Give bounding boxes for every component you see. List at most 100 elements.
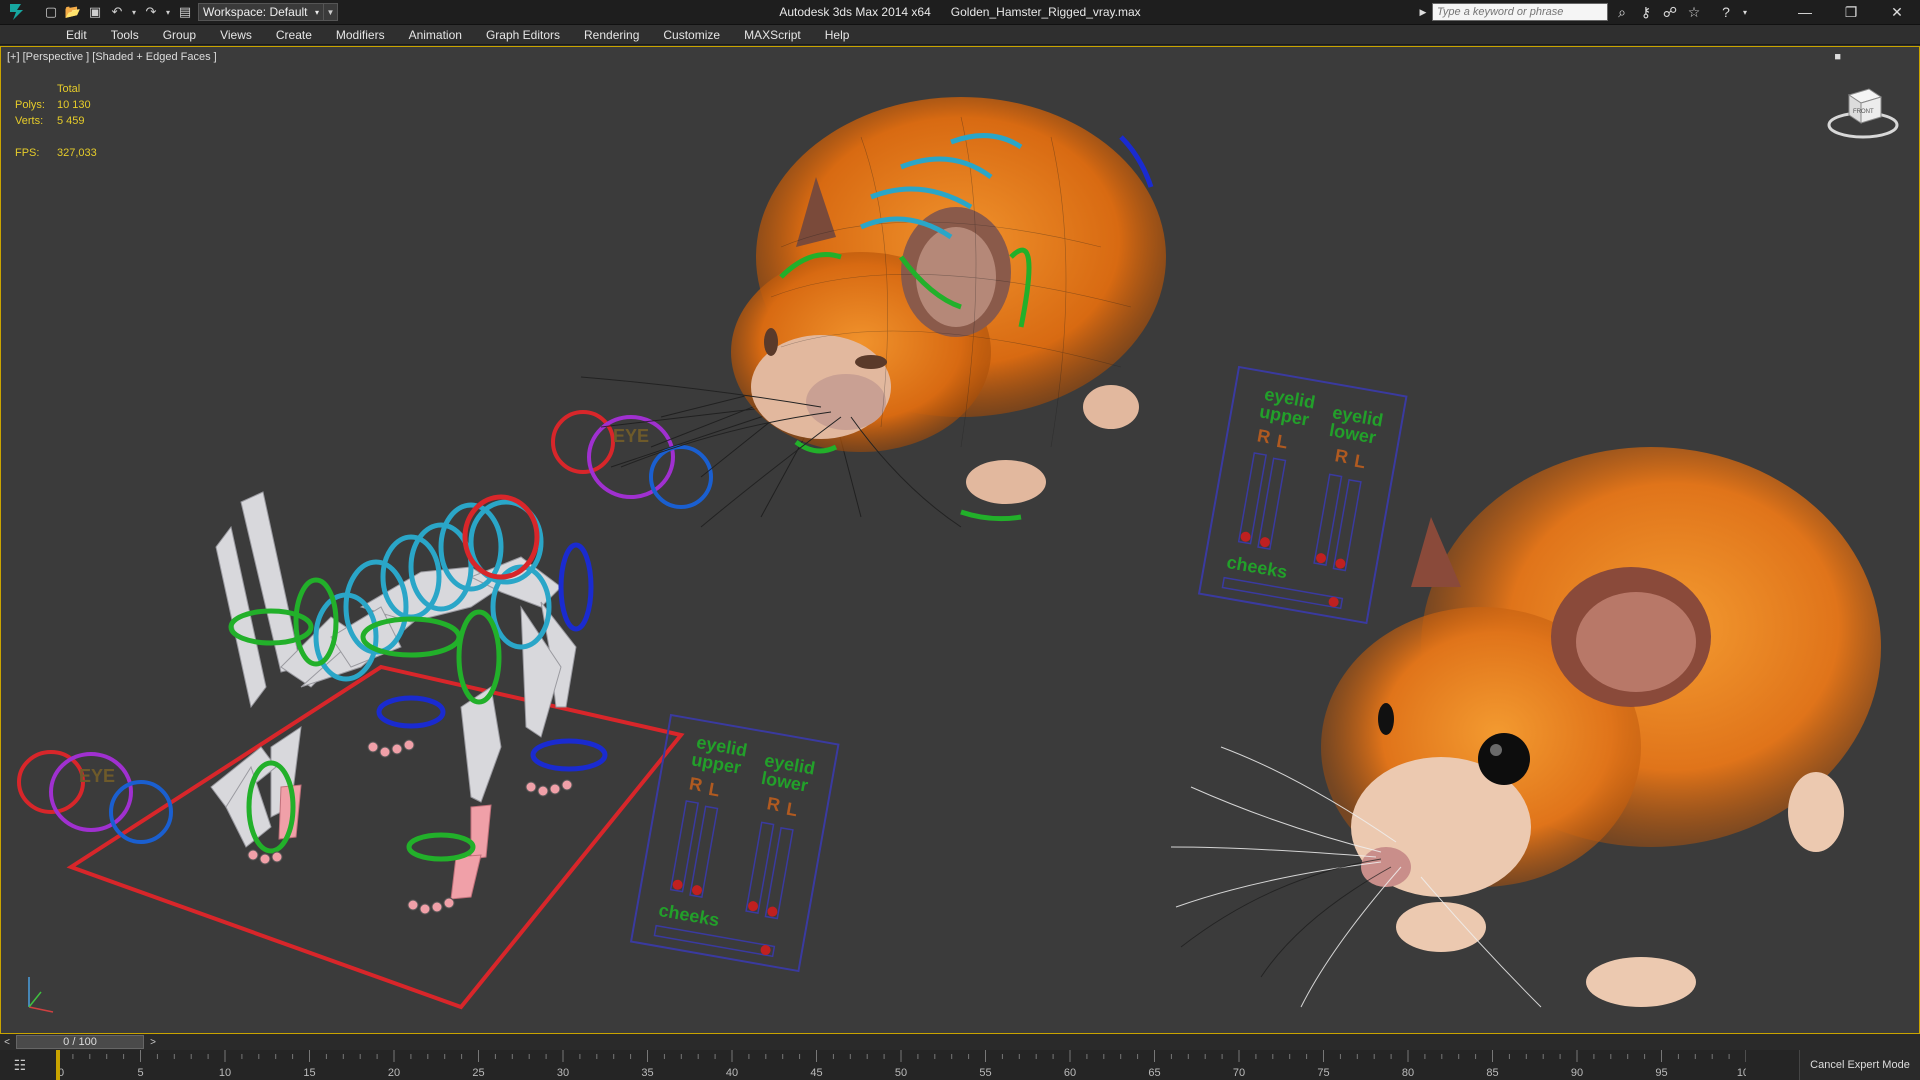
frame-ruler[interactable]: 0510152025303540455055606570758085909510… (56, 1050, 1746, 1080)
menu-customize[interactable]: Customize (651, 25, 732, 45)
leg-bones[interactable] (278, 784, 492, 900)
menu-views[interactable]: Views (208, 25, 264, 45)
title-bar: ▢ 📂 ▣ ↶ ▾ ↷ ▾ ▤ Workspace: Default ▾ ▼ A… (0, 0, 1920, 25)
menu-bar: Edit Tools Group Views Create Modifiers … (0, 25, 1920, 45)
time-slider-bar: < 0 / 100 > (0, 1034, 1920, 1050)
panel-label-cheeks: cheeks (657, 900, 721, 930)
chevron-down-icon: ▾ (314, 7, 319, 17)
ruler-tick-label: 5 (137, 1067, 143, 1079)
panel-label-l: L (1275, 431, 1289, 453)
viewport-label[interactable]: [+] [Perspective ] [Shaded + Edged Faces… (7, 51, 217, 63)
polys-value: 10 130 (57, 99, 91, 111)
workspace-label: Workspace: Default (203, 5, 308, 19)
search-input[interactable] (1432, 3, 1608, 21)
hamster-rendered-model[interactable] (1170, 447, 1881, 1008)
app-name: Autodesk 3ds Max 2014 x64 (779, 5, 931, 19)
viewcube[interactable]: FRONT (1825, 73, 1901, 143)
ruler-tick-label: 60 (1064, 1067, 1076, 1079)
menu-tools[interactable]: Tools (99, 25, 151, 45)
time-next-icon[interactable]: > (146, 1034, 160, 1050)
menu-edit[interactable]: Edit (54, 25, 99, 45)
menu-graph-editors[interactable]: Graph Editors (474, 25, 572, 45)
ruler-tick-label: 15 (303, 1067, 315, 1079)
panel-label-r: R (1333, 445, 1349, 467)
fps-value: 327,033 (57, 147, 97, 159)
menu-create[interactable]: Create (264, 25, 324, 45)
ruler-tick-label: 70 (1233, 1067, 1245, 1079)
panel-label-r: R (1256, 425, 1272, 447)
ruler-tick-label: 85 (1486, 1067, 1498, 1079)
file-name: Golden_Hamster_Rigged_vray.max (950, 5, 1141, 19)
panel-label-cheeks: cheeks (1225, 552, 1289, 582)
cancel-expert-mode-button[interactable]: Cancel Expert Mode (1799, 1050, 1920, 1080)
verts-value: 5 459 (57, 115, 85, 127)
ruler-tick-label: 25 (472, 1067, 484, 1079)
panel-label-r: R (688, 773, 704, 795)
panel-label-l: L (707, 779, 721, 801)
curve-editor-icon[interactable]: ☷ (6, 1056, 34, 1074)
ruler-tick-label: 65 (1148, 1067, 1160, 1079)
restore-icon[interactable]: ❐ (1828, 0, 1874, 24)
ruler-tick-label: 20 (388, 1067, 400, 1079)
ruler-tick-label: 35 (641, 1067, 653, 1079)
minimize-icon[interactable]: — (1782, 0, 1828, 24)
face-control-panel-right[interactable]: eyelid upper eyelid lower R L R L cheeks (1197, 365, 1408, 625)
key-icon[interactable]: ⚷ (1636, 2, 1656, 22)
lock-icon[interactable]: ■ (1834, 51, 1841, 63)
project-folder-icon[interactable]: ▤ (176, 3, 194, 21)
infocenter: ▶ ⌕ ⚷ ☍ ☆ ? ▾ (1418, 2, 1750, 22)
ruler-tick-label: 75 (1317, 1067, 1329, 1079)
ruler-tick-label: 55 (979, 1067, 991, 1079)
eye-label: EYE (79, 766, 115, 786)
ruler-tick-label: 90 (1571, 1067, 1583, 1079)
save-file-icon[interactable]: ▣ (86, 3, 104, 21)
menu-help[interactable]: Help (813, 25, 862, 45)
stats-header: Total (57, 83, 81, 95)
workspace-dropdown[interactable]: Workspace: Default ▾ (198, 3, 324, 21)
time-prev-icon[interactable]: < (0, 1034, 14, 1050)
undo-dropdown-icon[interactable]: ▾ (130, 3, 138, 21)
menu-group[interactable]: Group (151, 25, 208, 45)
menu-rendering[interactable]: Rendering (572, 25, 651, 45)
current-frame-marker[interactable] (56, 1050, 60, 1080)
polys-label: Polys: (15, 99, 45, 111)
app-logo-icon[interactable] (0, 0, 36, 24)
menu-animation[interactable]: Animation (397, 25, 474, 45)
panel-label-l: L (1353, 451, 1367, 473)
hamster-rigged-model[interactable] (580, 97, 1166, 528)
menu-modifiers[interactable]: Modifiers (324, 25, 397, 45)
ruler-tick-label: 40 (726, 1067, 738, 1079)
workspace-menu-button[interactable]: ▼ (324, 3, 338, 21)
binoculars-icon[interactable]: ⌕ (1612, 2, 1632, 22)
perspective-viewport[interactable]: EYE EYE eyelid upper eyelid lower R L R … (0, 46, 1920, 1034)
panel-label-r: R (765, 793, 781, 815)
axis-tripod (28, 977, 54, 1013)
new-file-icon[interactable]: ▢ (42, 3, 60, 21)
help-icon[interactable]: ? (1716, 2, 1736, 22)
ruler-tick-label: 50 (895, 1067, 907, 1079)
quick-access-toolbar: ▢ 📂 ▣ ↶ ▾ ↷ ▾ ▤ (42, 3, 194, 21)
eye-control-left[interactable]: EYE (17, 750, 173, 844)
time-slider[interactable]: 0 / 100 (16, 1035, 144, 1049)
scene-render[interactable]: EYE EYE eyelid upper eyelid lower R L R … (1, 47, 1920, 1034)
open-file-icon[interactable]: 📂 (64, 3, 82, 21)
eye-label: EYE (613, 426, 649, 446)
menu-maxscript[interactable]: MAXScript (732, 25, 813, 45)
communication-icon[interactable]: ☍ (1660, 2, 1680, 22)
track-bar: ☷ 0 5 10 15 20 25 30 35 40 45 50 55 60 65 70 75 80 85 90 95… (0, 1050, 1920, 1080)
face-control-panel-center[interactable]: eyelid upper eyelid lower R L R L cheeks (629, 713, 840, 973)
scene-statistics: Total Polys: 10 130 Verts: 5 459 FPS: 327,0… (15, 81, 97, 161)
viewcube-front-label: FRONT (1853, 109, 1874, 115)
redo-dropdown-icon[interactable]: ▾ (164, 3, 172, 21)
close-icon[interactable]: ✕ (1874, 0, 1920, 24)
help-dropdown-icon[interactable]: ▾ (1740, 2, 1750, 22)
undo-icon[interactable]: ↶ (108, 3, 126, 21)
ground-control[interactable] (66, 664, 685, 1010)
ruler-tick-label: 100 (1737, 1067, 1746, 1079)
fps-label: FPS: (15, 147, 40, 159)
favorites-star-icon[interactable]: ☆ (1684, 2, 1704, 22)
redo-icon[interactable]: ↷ (142, 3, 160, 21)
verts-label: Verts: (15, 115, 44, 127)
expand-search-icon[interactable]: ▶ (1418, 2, 1428, 22)
ruler-tick-label: 45 (810, 1067, 822, 1079)
